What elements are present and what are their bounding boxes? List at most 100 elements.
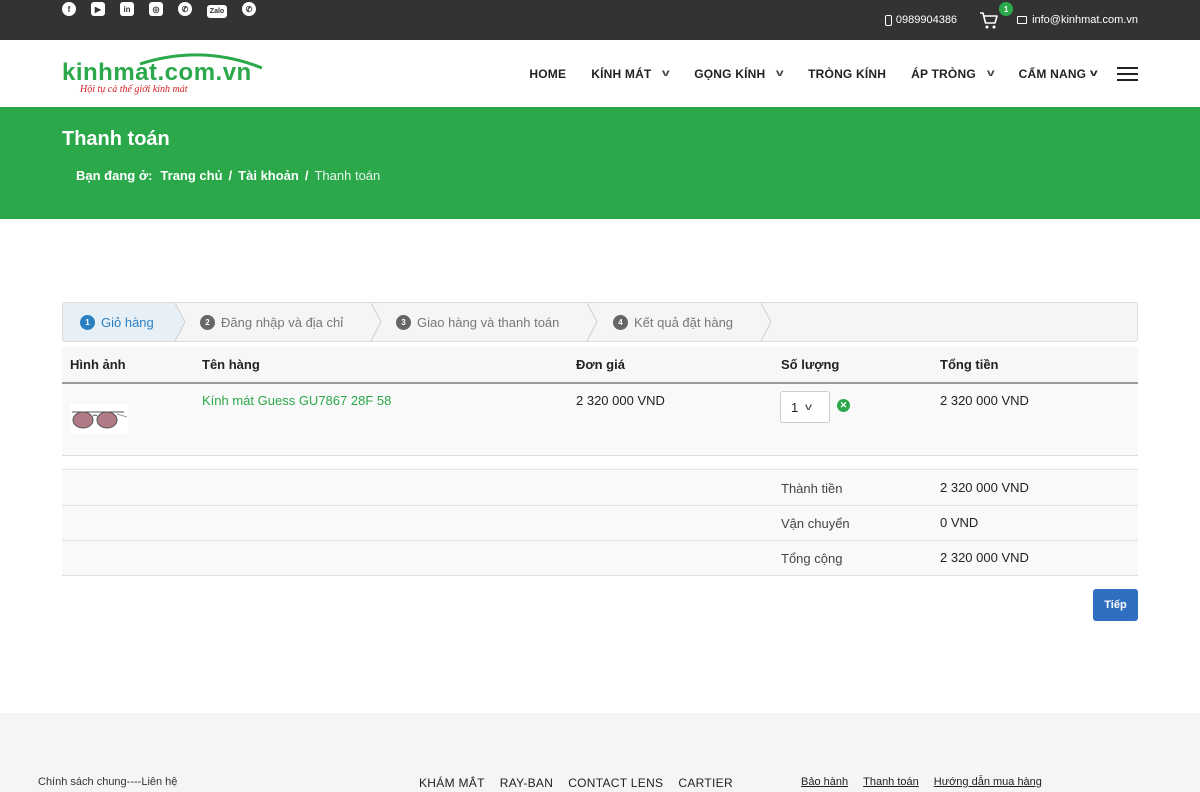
summary-label: Thành tiền <box>781 481 843 496</box>
linkedin-icon[interactable]: in <box>120 2 134 16</box>
summary-value: 2 320 000 VND <box>940 480 1029 495</box>
mail-icon <box>1017 16 1028 24</box>
zalo-icon[interactable]: Zalo <box>207 5 227 18</box>
nav-cam-nang[interactable]: CẨM NANG v <box>1018 66 1099 81</box>
breadcrumb-label: Bạn đang ở: <box>76 168 153 183</box>
footer-nav-item[interactable]: CARTIER <box>678 776 733 790</box>
col-image: Hình ảnh <box>70 357 126 372</box>
nav-gong-kinh-label: GỌNG KÍNH <box>694 66 766 81</box>
unit-price: 2 320 000 VND <box>576 393 665 408</box>
step-cart[interactable]: 1 Giỏ hàng <box>63 303 175 341</box>
step-order-result[interactable]: 4 Kết quả đặt hàng <box>613 303 733 341</box>
step-number: 3 <box>396 314 411 330</box>
nav-gong-kinh[interactable]: GỌNG KÍNH v <box>694 66 785 81</box>
page-title: Thanh toán <box>62 128 170 150</box>
col-name: Tên hàng <box>202 357 260 372</box>
viber-icon[interactable]: ✆ <box>242 2 256 16</box>
step-divider <box>175 303 186 341</box>
col-quantity: Số lượng <box>781 357 840 372</box>
cart-button[interactable]: 1 <box>979 2 1014 30</box>
footer-link-warranty[interactable]: Bảo hành <box>801 776 848 788</box>
main-nav: HOME KÍNH MÁT v GỌNG KÍNH v TRÒNG KÍNH ÁP … <box>504 40 1138 107</box>
footer-nav: KHÁM MẮT RAY-BAN CONTACT LENS CARTIER <box>419 776 733 790</box>
zalo-label: Zalo <box>209 8 225 15</box>
chevron-down-icon: v <box>662 68 671 79</box>
social-links: f ▶ in ◎ ✆ Zalo ✆ <box>62 2 271 18</box>
product-name-link[interactable]: Kính mát Guess GU7867 28F 58 <box>202 393 391 408</box>
table-row: Kính mát Guess GU7867 28F 58 2 320 000 V… <box>62 384 1138 456</box>
facebook-icon[interactable]: f <box>62 2 76 16</box>
step-label: Giao hàng và thanh toán <box>417 314 560 330</box>
step-label: Kết quả đặt hàng <box>634 314 734 330</box>
step-divider <box>761 303 772 341</box>
phone-icon <box>884 14 892 26</box>
step-divider <box>371 303 382 341</box>
chevron-down-icon: v <box>986 68 995 79</box>
site-header: kinhmat.com.vn Hội tụ cả thế giới kính m… <box>0 40 1200 107</box>
nav-home[interactable]: HOME <box>529 67 566 81</box>
cart-table-header: Hình ảnh Tên hàng Đơn giá Số lượng Tổng … <box>62 347 1138 384</box>
top-bar: f ▶ in ◎ ✆ Zalo ✆ 0989904386 1 info@kinh… <box>0 0 1200 40</box>
contact-email[interactable]: info@kinhmat.com.vn <box>1032 14 1138 26</box>
breadcrumb-separator: / <box>304 168 309 183</box>
page-banner: Thanh toán Bạn đang ở: Trang chủ / Tài k… <box>0 107 1200 219</box>
top-contact: 0989904386 1 info@kinhmat.com.vn <box>884 0 1138 40</box>
summary-value: 0 VND <box>940 515 979 530</box>
logo-tagline: Hội tụ cả thế giới kính mát <box>79 84 188 95</box>
breadcrumb-account[interactable]: Tài khoản <box>238 168 299 183</box>
checkout-steps: 1 Giỏ hàng 2 Đăng nhập và địa chỉ 3 Giao… <box>62 302 1138 342</box>
nav-cam-nang-label: CẨM NANG <box>1018 66 1087 81</box>
chevron-down-icon: v <box>805 401 813 413</box>
step-shipping-payment[interactable]: 3 Giao hàng và thanh toán <box>396 303 559 341</box>
step-divider <box>587 303 598 341</box>
nav-ap-trong[interactable]: ÁP TRÒNG v <box>911 66 995 81</box>
footer-policy[interactable]: Chính sách chung----Liên hệ <box>38 776 177 788</box>
remove-item-icon[interactable]: ✕ <box>837 399 850 412</box>
col-price: Đơn giá <box>576 357 625 372</box>
step-number: 4 <box>613 314 628 330</box>
col-total: Tổng tiền <box>940 357 999 372</box>
nav-kinh-mat[interactable]: KÍNH MÁT v <box>591 66 671 81</box>
footer-nav-item[interactable]: RAY-BAN <box>500 776 553 790</box>
table-spacer <box>62 456 1138 470</box>
summary-shipping-row: Vận chuyển 0 VND <box>62 506 1138 541</box>
cart-icon <box>980 12 998 29</box>
footer-link-guide[interactable]: Hướng dẫn mua hàng <box>934 776 1042 788</box>
youtube-icon[interactable]: ▶ <box>91 2 105 16</box>
chevron-down-icon: v <box>776 68 785 79</box>
nav-trong-kinh-label: TRÒNG KÍNH <box>808 66 887 81</box>
nav-kinh-mat-label: KÍNH MÁT <box>591 66 652 81</box>
footer-link-payment[interactable]: Thanh toán <box>863 776 919 788</box>
phone-number[interactable]: 0989904386 <box>896 14 957 26</box>
site-logo[interactable]: kinhmat.com.vn Hội tụ cả thế giới kính m… <box>62 50 278 98</box>
site-footer: Chính sách chung----Liên hệ KHÁM MẮT RAY… <box>0 713 1200 792</box>
menu-icon[interactable] <box>1117 66 1138 81</box>
summary-value: 2 320 000 VND <box>940 550 1029 565</box>
step-label: Đăng nhập và địa chỉ <box>221 314 344 330</box>
breadcrumb-home[interactable]: Trang chủ <box>160 168 222 183</box>
cart-count-badge: 1 <box>999 2 1014 16</box>
nav-home-label: HOME <box>529 66 567 81</box>
breadcrumb: Bạn đang ở: Trang chủ / Tài khoản / Than… <box>76 168 380 183</box>
footer-links: Bảo hành Thanh toán Hướng dẫn mua hàng <box>801 776 1042 788</box>
summary-label: Vận chuyển <box>781 516 850 531</box>
chevron-down-icon: v <box>1090 68 1099 79</box>
breadcrumb-current: Thanh toán <box>314 168 381 183</box>
quantity-select[interactable]: 1 v <box>780 391 830 423</box>
summary-total-row: Tổng cộng 2 320 000 VND <box>62 541 1138 576</box>
breadcrumb-separator: / <box>228 168 233 183</box>
nav-ap-trong-label: ÁP TRÒNG <box>911 66 976 81</box>
summary-label: Tổng cộng <box>781 551 843 566</box>
summary-subtotal-row: Thành tiền 2 320 000 VND <box>62 471 1138 506</box>
step-number: 1 <box>80 314 95 330</box>
whatsapp-icon[interactable]: ✆ <box>178 2 192 16</box>
instagram-icon[interactable]: ◎ <box>149 2 163 16</box>
step-number: 2 <box>200 314 215 330</box>
footer-nav-item[interactable]: KHÁM MẮT <box>419 776 485 790</box>
nav-trong-kinh[interactable]: TRÒNG KÍNH <box>808 67 886 81</box>
next-button[interactable]: Tiếp <box>1093 589 1138 621</box>
step-login-address[interactable]: 2 Đăng nhập và địa chỉ <box>200 303 343 341</box>
logo-text: kinhmat.com.vn <box>62 59 252 86</box>
footer-nav-item[interactable]: CONTACT LENS <box>568 776 663 790</box>
product-image[interactable] <box>70 404 128 434</box>
